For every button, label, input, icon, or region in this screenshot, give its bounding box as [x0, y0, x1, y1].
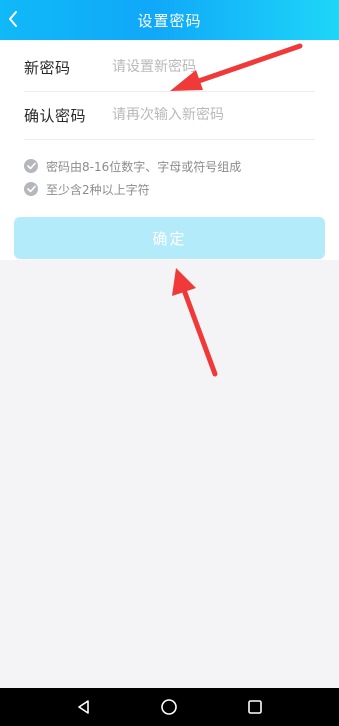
password-rule-length: 密码由8-16位数字、字母或符号组成	[24, 157, 241, 175]
new-password-row: 新密码	[24, 43, 315, 92]
system-recent-apps-button[interactable]	[242, 694, 268, 720]
password-form: 新密码 确认密码 密码由8-16位数字、字母或符号组成 至少含2种以上字符 确定	[0, 40, 339, 260]
page-title: 设置密码	[137, 12, 202, 30]
app-bar: 设置密码	[0, 0, 339, 40]
system-navigation-bar	[0, 688, 339, 726]
rule-text: 至少含2种以上字符	[46, 182, 150, 197]
system-back-button[interactable]	[71, 694, 97, 720]
system-home-button[interactable]	[156, 694, 182, 720]
new-password-label: 新密码	[24, 59, 71, 77]
confirm-button[interactable]: 确定	[14, 217, 325, 259]
arrow-to-confirm-button	[172, 268, 218, 377]
triangle-back-icon	[78, 700, 89, 714]
confirm-password-label: 确认密码	[24, 107, 87, 125]
circle-home-icon	[161, 699, 177, 715]
confirm-password-input[interactable]	[112, 103, 312, 127]
check-circle-icon	[24, 182, 38, 196]
square-recent-icon	[248, 700, 262, 714]
confirm-password-row: 确认密码	[24, 91, 315, 140]
new-password-input[interactable]	[112, 55, 312, 79]
rule-text: 密码由8-16位数字、字母或符号组成	[46, 159, 242, 174]
password-rule-variety: 至少含2种以上字符	[24, 180, 150, 198]
check-circle-icon	[24, 159, 38, 173]
